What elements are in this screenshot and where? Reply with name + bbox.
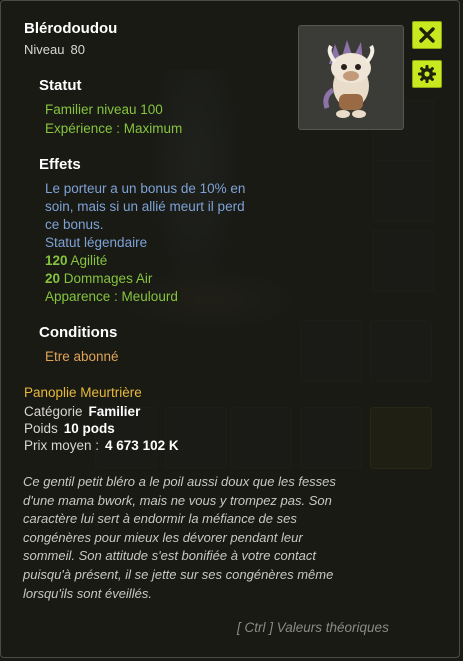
item-level: Niveau 80	[24, 42, 85, 57]
poids-row: Poids 10 pods	[24, 421, 115, 436]
theoretical-values-hint: [ Ctrl ] Valeurs théoriques	[237, 620, 389, 635]
pet-portrait	[298, 25, 404, 130]
description-line: Ce gentil petit bléro a le poil aussi do…	[23, 474, 336, 489]
statut-line: Familier niveau 100	[45, 102, 163, 117]
stat-label: Agilité	[70, 253, 108, 268]
categorie-row: Catégorie Familier	[24, 404, 140, 419]
stat-value: 20	[45, 271, 61, 286]
conditions-heading: Conditions	[39, 324, 118, 341]
apparence-line: Apparence : Meulourd	[45, 289, 178, 304]
description-line: d'une mama bwork, mais ne vous y trompez…	[23, 492, 332, 508]
effet-bonus-text: Le porteur a un bonus de 10% en	[45, 181, 246, 196]
description-line: congénères pour mieux les dévorer pendan…	[23, 529, 303, 545]
effets-heading: Effets	[39, 156, 81, 173]
condition-line: Etre abonné	[45, 349, 119, 364]
poids-value: 10 pods	[63, 421, 115, 436]
prix-row: Prix moyen : 4 673 102 K	[24, 438, 179, 453]
prix-value: 4 673 102 K	[105, 438, 179, 453]
effet-bonus-text: soin, mais si un allié meurt il perd	[45, 199, 245, 214]
description-line: caractère lui sert à endormir la méfianc…	[23, 511, 297, 527]
statut-line: Expérience : Maximum	[45, 121, 183, 136]
categorie-value: Familier	[88, 404, 141, 419]
item-description: Ce gentil petit bléro a le poil aussi do…	[23, 473, 393, 603]
stat-agilite: 120 Agilité	[45, 252, 107, 270]
stat-dommages-air: 20 Dommages Air	[45, 270, 152, 288]
close-icon	[419, 27, 435, 43]
description-line: sommeil. Son attitude s'est bonifiée à v…	[23, 548, 316, 564]
legendary-status: Statut légendaire	[45, 235, 148, 250]
statut-heading: Statut	[39, 77, 82, 94]
categorie-label: Catégorie	[24, 404, 83, 419]
level-label: Niveau	[24, 42, 65, 57]
item-tooltip: Blérodoudou Niveau 80 Statut Familier ni…	[0, 0, 460, 658]
prix-label: Prix moyen :	[24, 438, 100, 453]
close-button[interactable]	[412, 21, 442, 49]
description-line: lorsqu'ils sont éveillés.	[23, 585, 152, 601]
level-value: 80	[70, 42, 85, 57]
pet-portrait-image	[323, 40, 375, 118]
gear-icon	[418, 65, 436, 83]
stat-label: Dommages Air	[63, 271, 153, 286]
settings-button[interactable]	[412, 60, 442, 88]
effet-bonus-text: ce bonus.	[45, 217, 104, 232]
item-name: Blérodoudou	[24, 20, 118, 37]
poids-label: Poids	[24, 421, 58, 436]
stat-value: 120	[45, 253, 68, 268]
description-line: puisqu'à présent, il se jette sur ses co…	[23, 566, 334, 582]
panoplie-link[interactable]: Panoplie Meurtrière	[24, 385, 142, 400]
